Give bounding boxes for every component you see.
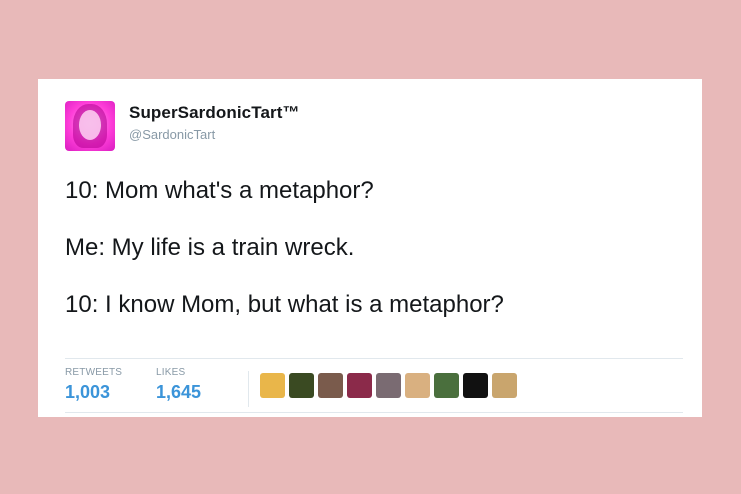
likes-stat[interactable]: LIKES 1,645 xyxy=(156,367,201,403)
liker-avatar[interactable] xyxy=(318,373,343,398)
retweets-label: RETWEETS xyxy=(65,367,123,378)
tweet-card: SuperSardonicTart™ @SardonicTart 10: Mom… xyxy=(38,79,702,417)
liker-avatar[interactable] xyxy=(347,373,372,398)
liker-avatar[interactable] xyxy=(260,373,285,398)
liker-avatar[interactable] xyxy=(434,373,459,398)
likes-label: LIKES xyxy=(156,367,186,378)
divider xyxy=(65,358,683,359)
avatar-face xyxy=(79,110,101,140)
liker-avatar[interactable] xyxy=(463,373,488,398)
retweets-stat[interactable]: RETWEETS 1,003 xyxy=(65,367,122,403)
retweets-count: 1,003 xyxy=(65,382,111,402)
tweet-line: 10: Mom what's a metaphor? xyxy=(65,177,374,204)
tweet-line: Me: My life is a train wreck. xyxy=(65,234,355,261)
likes-count: 1,645 xyxy=(156,382,202,402)
tweet-line: 10: I know Mom, but what is a metaphor? xyxy=(65,291,504,318)
liker-avatar[interactable] xyxy=(289,373,314,398)
liker-avatar[interactable] xyxy=(492,373,517,398)
divider xyxy=(65,412,683,413)
liker-avatars xyxy=(260,373,517,398)
divider xyxy=(248,371,249,407)
liker-avatar[interactable] xyxy=(376,373,401,398)
liker-avatar[interactable] xyxy=(405,373,430,398)
tweet-text: 10: Mom what's a metaphor? Me: My life i… xyxy=(65,177,685,348)
avatar[interactable] xyxy=(65,101,115,151)
user-handle[interactable]: @SardonicTart xyxy=(129,127,215,142)
display-name[interactable]: SuperSardonicTart™ xyxy=(129,103,300,123)
